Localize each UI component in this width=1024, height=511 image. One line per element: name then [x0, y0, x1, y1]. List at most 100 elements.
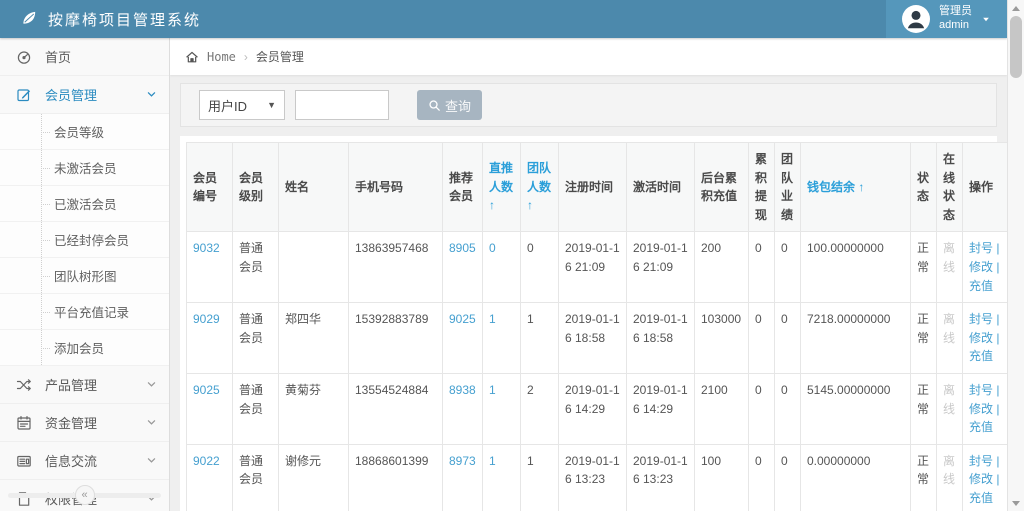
cell-recharge-total: 2100	[695, 373, 749, 444]
cell-team-count: 1	[521, 303, 559, 374]
action-link-修改[interactable]: 修改	[969, 472, 993, 486]
action-link-充值[interactable]: 充值	[969, 349, 993, 363]
sidebar-subitem-会员等级[interactable]: 会员等级	[0, 114, 169, 150]
column-header-直推人数[interactable]: 直推人数 ↑	[483, 143, 521, 232]
action-separator: |	[996, 472, 999, 486]
sidebar-item-信息交流[interactable]: 信息交流	[0, 442, 169, 480]
referrer-link[interactable]: 8973	[449, 454, 476, 468]
column-header-手机号码: 手机号码	[349, 143, 443, 232]
sort-arrow-icon: ↑	[527, 198, 533, 212]
filter-select[interactable]: 用户ID ▼	[199, 90, 285, 120]
cell-activate-time: 2019-01-16 14:29	[627, 373, 695, 444]
cell-wallet-balance: 5145.00000000	[801, 373, 911, 444]
action-link-封号[interactable]: 封号	[969, 383, 993, 397]
cell-recharge-total: 103000	[695, 303, 749, 374]
action-link-封号[interactable]: 封号	[969, 454, 993, 468]
app-body: 首页会员管理会员等级未激活会员已激活会员已经封停会员团队树形图平台充值记录添加会…	[0, 38, 1007, 511]
sidebar-item-资金管理[interactable]: 资金管理	[0, 404, 169, 442]
sidebar-subitem-添加会员[interactable]: 添加会员	[0, 330, 169, 366]
cell-register-time: 2019-01-16 21:09	[559, 232, 627, 303]
action-link-修改[interactable]: 修改	[969, 402, 993, 416]
scrollbar-thumb[interactable]	[1010, 16, 1022, 78]
sidebar-item-会员管理[interactable]: 会员管理	[0, 76, 169, 114]
action-separator: |	[996, 402, 999, 416]
direct-count-link[interactable]: 1	[489, 454, 496, 468]
user-menu[interactable]: 管理员 admin	[886, 0, 1007, 38]
action-link-封号[interactable]: 封号	[969, 312, 993, 326]
sidebar-subitem-已经封停会员[interactable]: 已经封停会员	[0, 222, 169, 258]
referrer-link[interactable]: 8905	[449, 241, 476, 255]
action-separator: |	[996, 312, 999, 326]
member-id-link[interactable]: 9022	[193, 454, 220, 468]
cell-member-name: 郑四华	[279, 303, 349, 374]
cell-member-level: 普通会员	[233, 303, 279, 374]
search-button[interactable]: 查询	[417, 90, 482, 120]
column-header-在线状态: 在线状态	[937, 143, 963, 232]
sidebar-subitem-未激活会员[interactable]: 未激活会员	[0, 150, 169, 186]
cell-team-count: 0	[521, 232, 559, 303]
action-link-充值[interactable]: 充值	[969, 420, 993, 434]
collapse-icon[interactable]: «	[75, 485, 95, 505]
breadcrumb-home[interactable]: Home	[207, 50, 236, 64]
chevron-down-icon	[146, 417, 157, 428]
cell-member-id: 9022	[187, 444, 233, 511]
cell-member-id: 9032	[187, 232, 233, 303]
member-id-link[interactable]: 9032	[193, 241, 220, 255]
direct-count-link[interactable]: 0	[489, 241, 496, 255]
direct-count-link[interactable]: 1	[489, 312, 496, 326]
column-header-推荐会员: 推荐会员	[443, 143, 483, 232]
referrer-link[interactable]: 8938	[449, 383, 476, 397]
vertical-scrollbar[interactable]	[1007, 0, 1024, 511]
cell-status: 正常	[911, 373, 937, 444]
chevron-down-icon	[146, 455, 157, 466]
search-input[interactable]	[295, 90, 389, 120]
sidebar-collapse-toggle[interactable]: «	[8, 484, 161, 506]
column-header-钱包结余[interactable]: 钱包结余 ↑	[801, 143, 911, 232]
sidebar-item-label: 会员管理	[45, 85, 97, 104]
home-icon	[185, 50, 199, 64]
cell-member-name: 谢修元	[279, 444, 349, 511]
scroll-up-arrow-icon[interactable]	[1008, 0, 1024, 16]
sidebar-subitem-平台充值记录[interactable]: 平台充值记录	[0, 294, 169, 330]
content: 用户ID ▼ 查询	[170, 75, 1007, 511]
leaf-icon	[20, 9, 38, 30]
action-link-充值[interactable]: 充值	[969, 279, 993, 293]
submenu-label: 平台充值记录	[54, 306, 129, 320]
sidebar: 首页会员管理会员等级未激活会员已激活会员已经封停会员团队树形图平台充值记录添加会…	[0, 38, 170, 511]
cell-team-performance: 0	[775, 373, 801, 444]
select-caret-icon: ▼	[267, 100, 276, 110]
cell-team-count: 2	[521, 373, 559, 444]
cell-member-id: 9025	[187, 373, 233, 444]
action-link-修改[interactable]: 修改	[969, 331, 993, 345]
action-link-修改[interactable]: 修改	[969, 260, 993, 274]
cell-actions: 封号 | 修改 | 充值	[963, 444, 1008, 511]
referrer-link[interactable]: 9025	[449, 312, 476, 326]
column-header-团队人数[interactable]: 团队人数 ↑	[521, 143, 559, 232]
cell-member-id: 9029	[187, 303, 233, 374]
action-link-充值[interactable]: 充值	[969, 491, 993, 505]
cell-team-performance: 0	[775, 232, 801, 303]
sidebar-item-产品管理[interactable]: 产品管理	[0, 366, 169, 404]
sidebar-item-首页[interactable]: 首页	[0, 38, 169, 76]
submenu-label: 添加会员	[54, 342, 104, 356]
column-header-会员编号: 会员编号	[187, 143, 233, 232]
submenu-label: 未激活会员	[54, 162, 117, 176]
action-link-封号[interactable]: 封号	[969, 241, 993, 255]
member-table-card: 会员编号会员级别姓名手机号码推荐会员直推人数 ↑团队人数 ↑注册时间激活时间后台…	[180, 136, 997, 511]
member-id-link[interactable]: 9029	[193, 312, 220, 326]
member-id-link[interactable]: 9025	[193, 383, 220, 397]
cell-status: 正常	[911, 303, 937, 374]
column-header-姓名: 姓名	[279, 143, 349, 232]
sidebar-subitem-已激活会员[interactable]: 已激活会员	[0, 186, 169, 222]
user-role: 管理员	[939, 5, 972, 19]
cell-team-count: 1	[521, 444, 559, 511]
sidebar-subitem-团队树形图[interactable]: 团队树形图	[0, 258, 169, 294]
direct-count-link[interactable]: 1	[489, 383, 496, 397]
column-header-状态: 状态	[911, 143, 937, 232]
cell-direct-count: 1	[483, 303, 521, 374]
cell-member-name	[279, 232, 349, 303]
cell-phone: 13863957468	[349, 232, 443, 303]
cell-direct-count: 0	[483, 232, 521, 303]
search-icon	[428, 99, 441, 112]
scroll-down-arrow-icon[interactable]	[1008, 495, 1024, 511]
